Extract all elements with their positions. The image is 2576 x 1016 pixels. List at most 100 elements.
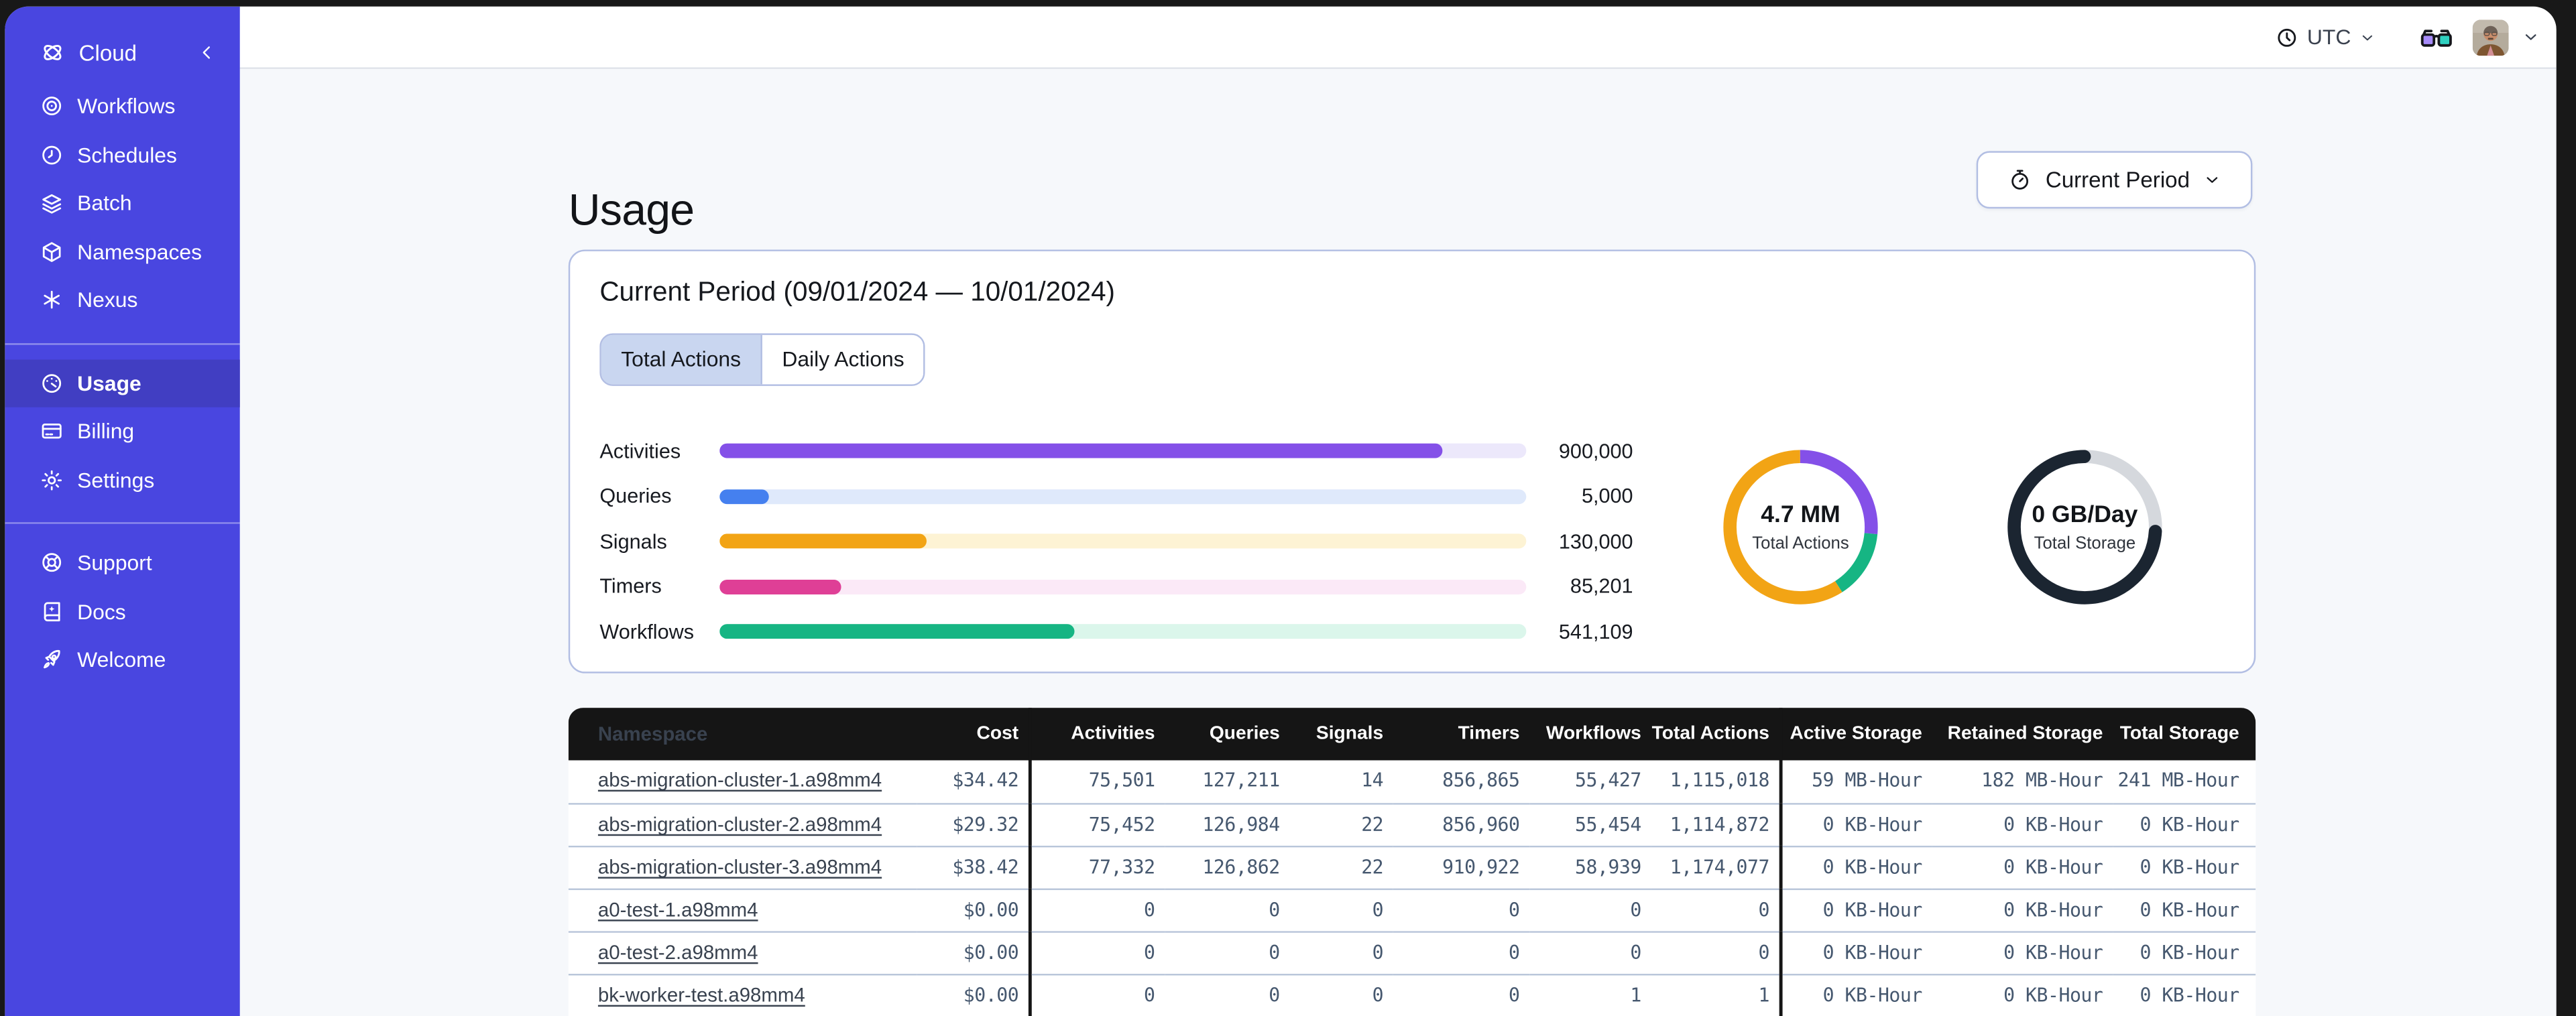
sidebar-item-schedules[interactable]: Schedules	[5, 131, 239, 179]
welcome-icon	[40, 647, 64, 672]
namespace-link[interactable]: bk-worker-test.a98mm4	[568, 974, 917, 1016]
table-cell: 55,454	[1529, 803, 1651, 846]
namespace-link[interactable]: a0-test-1.a98mm4	[568, 888, 917, 932]
table-cell: 0	[1031, 931, 1165, 974]
support-icon	[40, 550, 64, 575]
table-cell: 910,922	[1393, 845, 1530, 889]
namespace-link[interactable]: abs-migration-cluster-3.a98mm4	[568, 845, 917, 889]
namespaces-icon	[40, 239, 64, 264]
period-select-button[interactable]: Current Period	[1976, 151, 2253, 209]
sidebar-item-nexus[interactable]: Nexus	[5, 276, 239, 324]
table-cell: 0	[1031, 888, 1165, 932]
chevron-down-icon	[2359, 29, 2376, 46]
sidebar-item-docs[interactable]: Docs	[5, 587, 239, 635]
sidebar-item-billing[interactable]: Billing	[5, 407, 239, 456]
table-cell: 75,501	[1088, 768, 1155, 792]
table-cell: 0	[1393, 931, 1530, 974]
bar-label: Signals	[599, 529, 667, 554]
sidebar-item-label: Namespaces	[77, 239, 202, 264]
temporal-logo-icon	[40, 40, 66, 66]
column-header-active-storage: Active Storage	[1790, 724, 1922, 744]
table-cell: 0	[1289, 888, 1393, 932]
namespace-link[interactable]: a0-test-2.a98mm4	[568, 931, 917, 974]
glasses-icon[interactable]	[2418, 24, 2455, 50]
namespace-link[interactable]: abs-migration-cluster-1.a98mm4	[569, 760, 917, 803]
table-cell: 0	[1529, 888, 1651, 932]
topbar: UTC	[239, 6, 2557, 69]
column-header-queries: Queries	[1209, 724, 1280, 744]
timezone-selector[interactable]: UTC	[2276, 25, 2376, 50]
total-actions-donut: 4.7 MM Total Actions	[1718, 445, 1883, 609]
bar-fill	[719, 624, 1074, 639]
avatar[interactable]	[2472, 19, 2509, 56]
sidebar-item-label: Usage	[77, 371, 141, 395]
table-row: abs-migration-cluster-1.a98mm4 $34.42 75,5…	[568, 760, 2256, 804]
tab-total-actions[interactable]: Total Actions	[601, 334, 761, 385]
sidebar-item-label: Settings	[77, 467, 155, 493]
billing-icon	[40, 419, 64, 444]
bar-label: Queries	[599, 485, 672, 508]
usage-bar-row: Workflows 541,109	[599, 609, 1633, 654]
table-cell: 0 KB-Hour	[1932, 974, 2113, 1016]
table-cell: 75,452	[1031, 803, 1165, 846]
table-cell: 0 KB-Hour	[2113, 803, 2256, 846]
column-header-cost: Cost	[976, 724, 1019, 744]
table-cell: 22	[1289, 845, 1393, 889]
usage-bar-row: Signals 130,000	[599, 519, 1633, 564]
table-cell: 55,427	[1574, 768, 1641, 792]
sidebar-item-label: Batch	[77, 190, 132, 216]
nexus-icon	[40, 288, 64, 312]
collapse-sidebar-icon[interactable]	[197, 43, 217, 62]
sidebar-group: Usage Billing Settings	[5, 342, 240, 511]
total-storage-donut: 0 GB/Day Total Storage	[2003, 445, 2167, 609]
table-cell: 1	[1651, 974, 1779, 1016]
sidebar-item-workflows[interactable]: Workflows	[5, 82, 239, 131]
table-cell: $38.42	[917, 845, 1029, 889]
sidebar-item-settings[interactable]: Settings	[5, 456, 239, 504]
sidebar-item-welcome[interactable]: Welcome	[5, 635, 239, 684]
table-cell: $0.00	[917, 931, 1029, 974]
stopwatch-icon	[2007, 168, 2032, 192]
table-cell: 22	[1289, 803, 1393, 846]
table-cell: 0	[1529, 931, 1651, 974]
settings-icon	[40, 468, 64, 493]
sidebar-item-usage[interactable]: Usage	[5, 359, 240, 407]
browser-window: Cloud Workflows Schedules Batch Namespaces N…	[5, 6, 2557, 1016]
usage-bar-row: Timers 85,201	[599, 564, 1633, 609]
user-menu-chevron-icon[interactable]	[2522, 28, 2540, 46]
table-cell: 0	[1165, 974, 1290, 1016]
bar-fill	[719, 579, 841, 594]
table-cell: 0	[1651, 888, 1779, 932]
donut-value: 0 GB/Day	[2032, 501, 2138, 528]
table-cell: 0	[1289, 974, 1393, 1016]
schedules-icon	[40, 143, 64, 168]
table-cell: 1	[1529, 974, 1651, 1016]
table-cell: 0 KB-Hour	[1782, 845, 1932, 889]
bar-label: Workflows	[599, 620, 695, 643]
sidebar-item-batch[interactable]: Batch	[5, 179, 239, 227]
bar-track	[719, 624, 1527, 639]
tab-daily-actions[interactable]: Daily Actions	[760, 334, 925, 385]
sidebar-item-label: Workflows	[77, 94, 176, 119]
bar-value: 5,000	[1581, 485, 1633, 508]
batch-icon	[40, 191, 64, 216]
sidebar-group: Workflows Schedules Batch Namespaces Nexus	[5, 76, 239, 331]
card-title: Current Period (09/01/2024 — 10/01/2024)	[599, 277, 1116, 308]
bar-track	[719, 444, 1527, 459]
table-row: abs-migration-cluster-2.a98mm4 $29.32 75,4…	[568, 803, 2256, 846]
table-cell: $29.32	[917, 803, 1029, 846]
sidebar-item-support[interactable]: Support	[5, 539, 239, 587]
clock-icon	[2276, 25, 2298, 48]
sidebar-item-label: Nexus	[77, 288, 138, 313]
table-cell: 0 KB-Hour	[1932, 845, 2113, 889]
bar-track	[719, 533, 1527, 550]
sidebar-item-label: Support	[77, 550, 152, 576]
table-cell: 0	[1393, 974, 1530, 1016]
bar-value: 541,109	[1558, 620, 1633, 643]
column-header-total-actions: Total Actions	[1651, 724, 1769, 744]
sidebar-brand[interactable]: Cloud	[5, 29, 239, 76]
usage-bar-row: Queries 5,000	[599, 474, 1633, 519]
sidebar-item-namespaces[interactable]: Namespaces	[5, 227, 239, 275]
column-header-activities: Activities	[1071, 724, 1155, 744]
namespace-link[interactable]: abs-migration-cluster-2.a98mm4	[568, 803, 917, 846]
